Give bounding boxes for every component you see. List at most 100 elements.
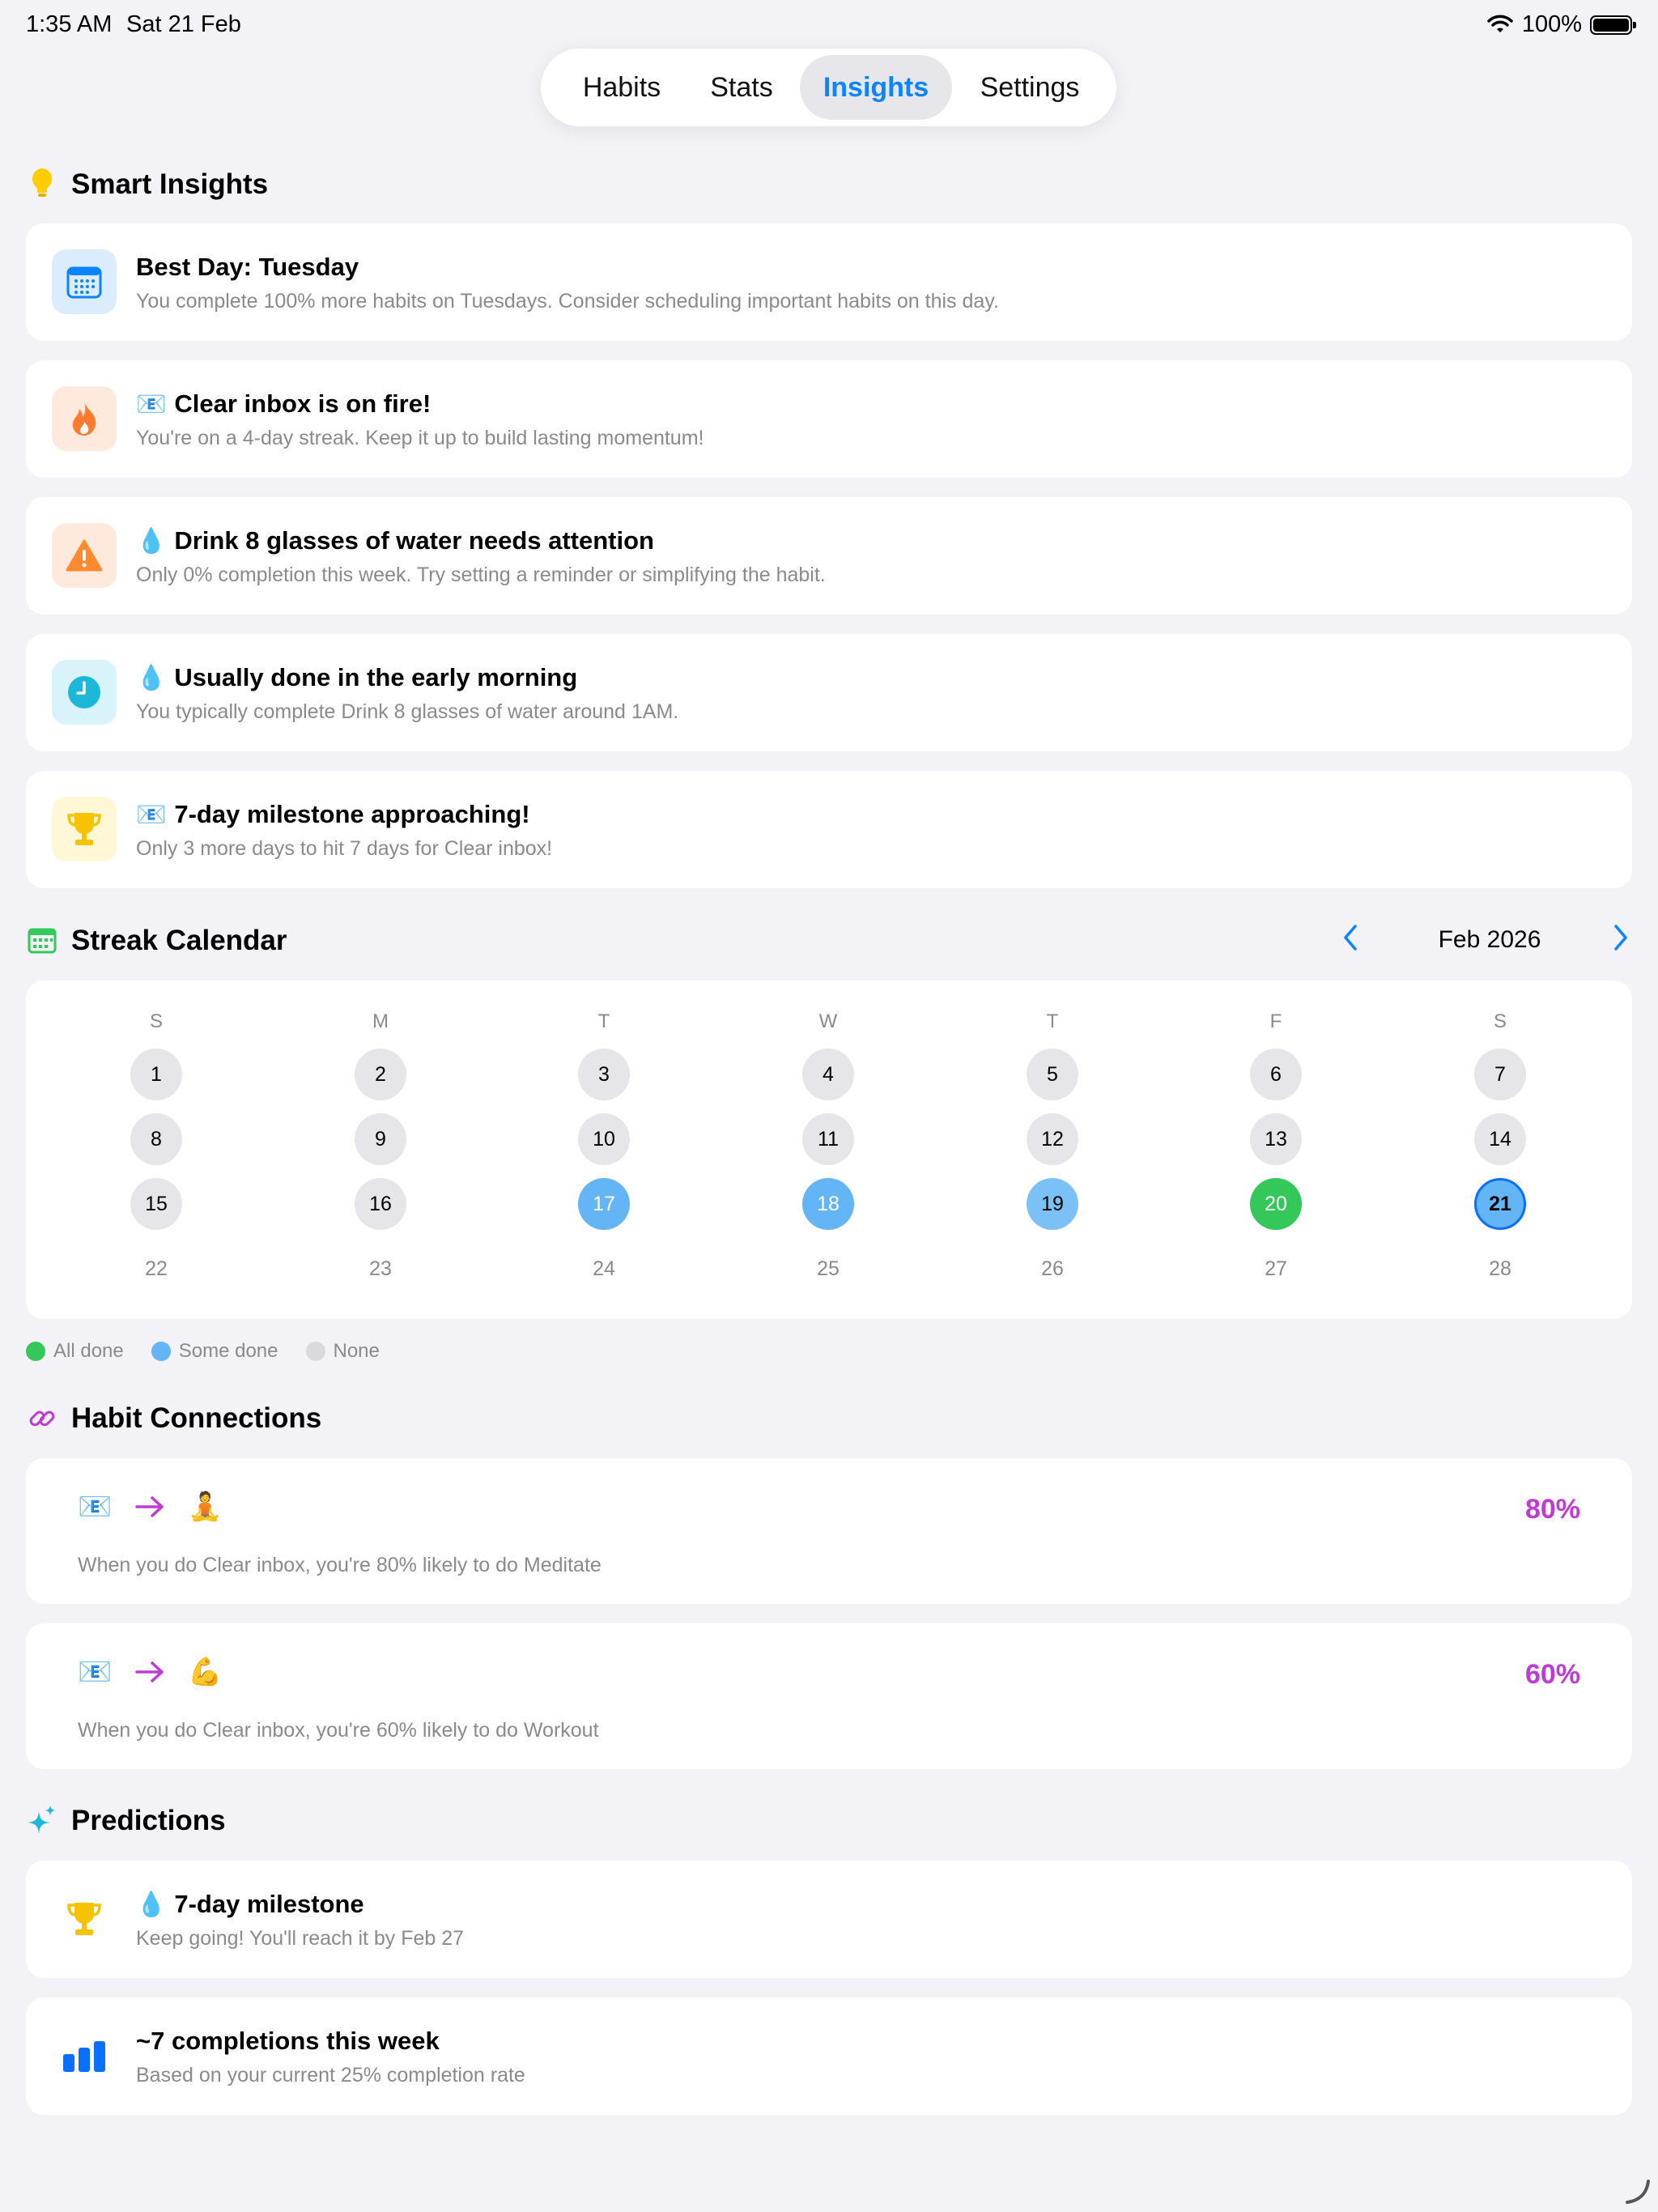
insight-subtitle: Only 3 more days to hit 7 days for Clear… xyxy=(136,837,553,860)
section-title: Predictions xyxy=(71,1805,226,1836)
arrow-right-icon xyxy=(135,1496,164,1517)
prediction-subtitle: Keep going! You'll reach it by Feb 27 xyxy=(136,1927,465,1950)
droplet-emoji-icon: 💧 xyxy=(136,663,167,692)
calendar-day[interactable]: 26 xyxy=(1027,1243,1078,1295)
legend-none: None xyxy=(305,1340,380,1363)
calendar-day[interactable]: 6 xyxy=(1250,1049,1302,1100)
muscle-emoji-icon: 💪 xyxy=(188,1656,223,1688)
insight-subtitle: You typically complete Drink 8 glasses o… xyxy=(136,700,679,723)
legend-label: None xyxy=(333,1340,380,1362)
wifi-icon xyxy=(1487,15,1513,32)
insight-title: Best Day: Tuesday xyxy=(136,253,359,281)
meditate-emoji-icon: 🧘 xyxy=(188,1491,223,1523)
weekday-label: T xyxy=(597,1010,610,1032)
tab-habits[interactable]: Habits xyxy=(557,55,687,120)
link-icon xyxy=(26,1402,58,1435)
insight-title: 💧 Usually done in the early morning xyxy=(136,663,578,692)
calendar-day[interactable]: 5 xyxy=(1027,1049,1078,1100)
habit-connections-header: Habit Connections xyxy=(26,1402,321,1435)
status-time: 1:35 AM xyxy=(26,11,113,37)
clock-icon xyxy=(52,660,117,725)
battery-percent: 100% xyxy=(1521,11,1582,37)
insight-title: 💧 Drink 8 glasses of water needs attenti… xyxy=(136,526,654,555)
prediction-card[interactable]: ~7 completions this week Based on your c… xyxy=(26,1997,1632,2115)
insight-card[interactable]: 💧 Drink 8 glasses of water needs attenti… xyxy=(26,497,1632,615)
tab-stats[interactable]: Stats xyxy=(685,55,798,120)
calendar-day[interactable]: 27 xyxy=(1250,1243,1302,1295)
calendar-day[interactable]: 13 xyxy=(1250,1113,1302,1165)
calendar-day[interactable]: 24 xyxy=(578,1243,630,1295)
connection-card[interactable]: 📧 💪 60% When you do Clear inbox, you're … xyxy=(26,1623,1632,1769)
resize-grip-icon[interactable] xyxy=(1622,2176,1652,2206)
section-title: Habit Connections xyxy=(71,1402,322,1434)
insight-card[interactable]: 📧 7-day milestone approaching! Only 3 mo… xyxy=(26,771,1632,888)
battery-icon xyxy=(1590,15,1636,35)
calendar-day[interactable]: 8 xyxy=(130,1113,182,1165)
calendar-day[interactable]: 23 xyxy=(355,1243,406,1295)
gray-dot-icon xyxy=(305,1342,325,1361)
calendar-day[interactable]: 15 xyxy=(130,1178,182,1230)
prediction-title: 💧 7-day milestone xyxy=(136,1890,364,1919)
streak-calendar-header: Streak Calendar xyxy=(26,925,287,957)
bar-chart-icon xyxy=(52,2023,117,2088)
connection-card[interactable]: 📧 🧘 80% When you do Clear inbox, you're … xyxy=(26,1458,1632,1604)
tab-settings[interactable]: Settings xyxy=(959,55,1101,120)
prediction-subtitle: Based on your current 25% completion rat… xyxy=(136,2064,525,2087)
arrow-right-icon xyxy=(135,1661,164,1682)
connection-row: 📧 🧘 xyxy=(78,1491,223,1523)
tab-insights[interactable]: Insights xyxy=(800,55,952,120)
weekday-label: S xyxy=(1493,1010,1507,1032)
status-bar: 1:35 AM Sat 21 Feb 100% xyxy=(0,0,1658,50)
section-title: Streak Calendar xyxy=(71,925,287,956)
envelope-emoji-icon: 📧 xyxy=(78,1656,113,1688)
legend-some-done: Some done xyxy=(151,1340,278,1363)
warning-icon xyxy=(52,523,117,588)
legend-label: All done xyxy=(53,1340,124,1362)
chevron-right-icon xyxy=(1614,925,1627,951)
calendar-day[interactable]: 2 xyxy=(355,1049,406,1100)
calendar-day[interactable]: 11 xyxy=(802,1113,854,1165)
lightbulb-icon xyxy=(26,168,58,201)
insight-card[interactable]: Best Day: Tuesday You complete 100% more… xyxy=(26,223,1632,341)
insight-card[interactable]: 📧 Clear inbox is on fire! You're on a 4-… xyxy=(26,360,1632,478)
calendar-day[interactable]: 22 xyxy=(130,1243,182,1295)
calendar-day[interactable]: 3 xyxy=(578,1049,630,1100)
calendar-day[interactable]: 10 xyxy=(578,1113,630,1165)
calendar-day[interactable]: 21 xyxy=(1474,1178,1526,1230)
weekday-label: W xyxy=(818,1010,838,1032)
status-date: Sat 21 Feb xyxy=(126,11,241,37)
trophy-icon xyxy=(52,1887,117,1951)
calendar-grid-icon xyxy=(26,925,58,957)
calendar-day[interactable]: 17 xyxy=(578,1178,630,1230)
calendar-day[interactable]: 18 xyxy=(802,1178,854,1230)
calendar-day[interactable]: 20 xyxy=(1250,1178,1302,1230)
insight-card[interactable]: 💧 Usually done in the early morning You … xyxy=(26,634,1632,751)
envelope-emoji-icon: 📧 xyxy=(136,800,167,829)
calendar-day[interactable]: 9 xyxy=(355,1113,406,1165)
calendar-day[interactable]: 19 xyxy=(1027,1178,1078,1230)
connection-description: When you do Clear inbox, you're 80% like… xyxy=(78,1554,602,1576)
segmented-tab-bar: Habits Stats Insights Settings xyxy=(541,49,1116,126)
droplet-emoji-icon: 💧 xyxy=(136,526,167,555)
calendar-day[interactable]: 14 xyxy=(1474,1113,1526,1165)
insight-subtitle: You complete 100% more habits on Tuesday… xyxy=(136,290,999,313)
insight-subtitle: You're on a 4-day streak. Keep it up to … xyxy=(136,427,704,449)
previous-month-button[interactable] xyxy=(1341,923,1360,959)
calendar-month-label: Feb 2026 xyxy=(1438,926,1541,953)
weekday-label: M xyxy=(372,1010,389,1032)
calendar-day[interactable]: 7 xyxy=(1474,1049,1526,1100)
next-month-button[interactable] xyxy=(1611,923,1630,959)
connection-percent: 80% xyxy=(1524,1494,1580,1525)
calendar-day[interactable]: 28 xyxy=(1474,1243,1526,1295)
green-dot-icon xyxy=(26,1342,45,1361)
prediction-card[interactable]: 💧 7-day milestone Keep going! You'll rea… xyxy=(26,1861,1632,1978)
calendar-day[interactable]: 25 xyxy=(802,1243,854,1295)
calendar-day[interactable]: 4 xyxy=(802,1049,854,1100)
status-indicators: 100% xyxy=(1486,11,1636,38)
calendar-day[interactable]: 16 xyxy=(355,1178,406,1230)
calendar-day[interactable]: 12 xyxy=(1027,1113,1078,1165)
weekday-label: F xyxy=(1269,1010,1282,1032)
calendar-day[interactable]: 1 xyxy=(130,1049,182,1100)
insight-title: 📧 7-day milestone approaching! xyxy=(136,800,530,829)
smart-insights-header: Smart Insights xyxy=(26,168,268,201)
